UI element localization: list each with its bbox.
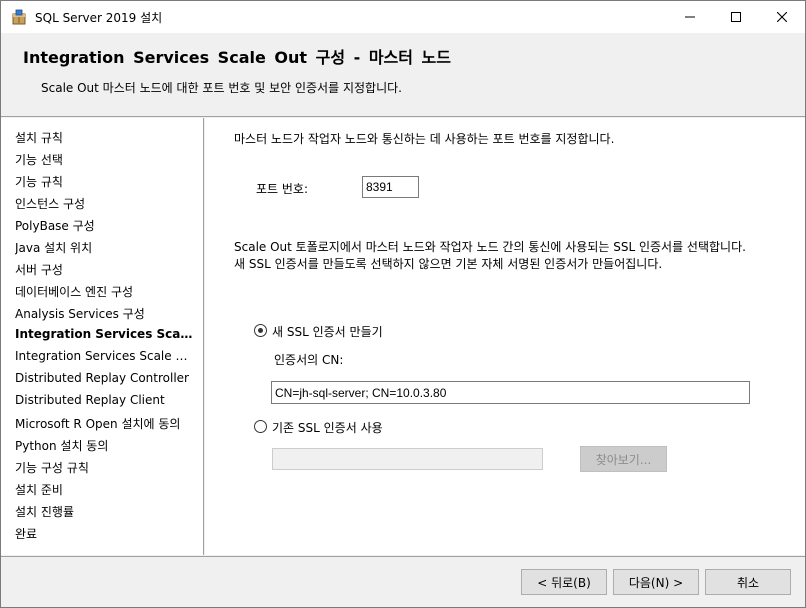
content-panel: 마스터 노드가 작업자 노드와 통신하는 데 사용하는 포트 번호를 지정합니다… xyxy=(205,118,805,555)
existing-cert-input[interactable] xyxy=(272,448,543,470)
ssl-description-line1: Scale Out 토폴로지에서 마스터 노드와 작업자 노드 간의 통신에 사… xyxy=(234,240,746,254)
nav-item[interactable]: Microsoft R Open 설치에 동의 xyxy=(15,415,195,432)
nav-item-active[interactable]: Integration Services Scale O... xyxy=(15,327,195,341)
nav-item[interactable]: Integration Services Scale Out ... xyxy=(15,349,195,363)
nav-item[interactable]: 설치 규칙 xyxy=(15,129,195,146)
nav-item[interactable]: 설치 준비 xyxy=(15,481,195,498)
nav-item[interactable]: Analysis Services 구성 xyxy=(15,305,195,322)
nav-item[interactable]: Java 설치 위치 xyxy=(15,239,195,256)
setup-window: SQL Server 2019 설치 Integration Services … xyxy=(0,0,806,608)
new-cert-label[interactable]: 새 SSL 인증서 만들기 xyxy=(272,323,383,340)
nav-item[interactable]: PolyBase 구성 xyxy=(15,217,195,234)
nav-item[interactable]: 설치 진행률 xyxy=(15,503,195,520)
back-button[interactable]: < 뒤로(B) xyxy=(521,569,607,595)
port-description: 마스터 노드가 작업자 노드와 통신하는 데 사용하는 포트 번호를 지정합니다… xyxy=(234,132,615,146)
close-button[interactable] xyxy=(759,1,805,33)
browse-button[interactable]: 찾아보기... xyxy=(580,446,667,472)
sql-setup-box-icon xyxy=(12,9,26,25)
nav-item[interactable]: 인스턴스 구성 xyxy=(15,195,195,212)
page-header: Integration Services Scale Out 구성 - 마스터 … xyxy=(1,33,805,117)
nav-item[interactable]: 데이터베이스 엔진 구성 xyxy=(15,283,195,300)
nav-item[interactable]: 기능 선택 xyxy=(15,151,195,168)
cancel-button[interactable]: 취소 xyxy=(705,569,791,595)
step-navigation: 설치 규칙 기능 선택 기능 규칙 인스턴스 구성 PolyBase 구성 Ja… xyxy=(1,118,204,555)
page-title: Integration Services Scale Out 구성 - 마스터 … xyxy=(23,48,451,67)
footer-bar: < 뒤로(B) 다음(N) > 취소 xyxy=(1,556,805,607)
minimize-button[interactable] xyxy=(667,1,713,33)
close-icon xyxy=(777,12,787,22)
minimize-icon xyxy=(685,16,695,18)
title-bar: SQL Server 2019 설치 xyxy=(1,1,805,33)
existing-cert-radio[interactable] xyxy=(254,420,267,433)
nav-item[interactable]: 완료 xyxy=(15,525,195,542)
cn-input[interactable] xyxy=(271,381,750,404)
nav-item[interactable]: Distributed Replay Client xyxy=(15,393,195,407)
nav-item[interactable]: Python 설치 동의 xyxy=(15,437,195,454)
port-label: 포트 번호: xyxy=(256,182,309,196)
nav-item[interactable]: Distributed Replay Controller xyxy=(15,371,195,385)
ssl-description-line2: 새 SSL 인증서를 만들도록 선택하지 않으면 기본 자체 서명된 인증서가 … xyxy=(234,257,663,271)
new-cert-radio[interactable] xyxy=(254,324,267,337)
existing-cert-label[interactable]: 기존 SSL 인증서 사용 xyxy=(272,419,383,436)
nav-item[interactable]: 서버 구성 xyxy=(15,261,195,278)
nav-item[interactable]: 기능 구성 규칙 xyxy=(15,459,195,476)
window-title: SQL Server 2019 설치 xyxy=(35,11,163,25)
port-number-input[interactable] xyxy=(362,176,419,198)
cn-label: 인증서의 CN: xyxy=(274,353,344,367)
next-button[interactable]: 다음(N) > xyxy=(613,569,699,595)
maximize-button[interactable] xyxy=(713,1,759,33)
maximize-icon xyxy=(731,12,741,22)
nav-item[interactable]: 기능 규칙 xyxy=(15,173,195,190)
page-subtitle: Scale Out 마스터 노드에 대한 포트 번호 및 보안 인증서를 지정합… xyxy=(41,81,402,95)
